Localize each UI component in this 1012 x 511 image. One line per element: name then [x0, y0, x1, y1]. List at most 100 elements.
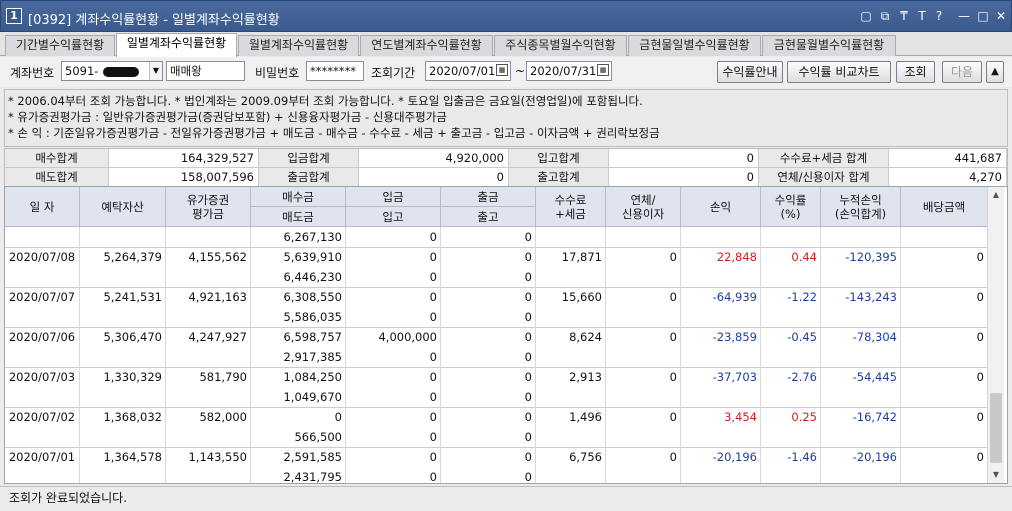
summary-label: 수수료+세금 합계 [759, 149, 889, 168]
maximize-icon[interactable]: □ [976, 9, 990, 23]
search-button[interactable]: 조회 [896, 61, 935, 83]
summary-value: 164,329,527 [109, 149, 259, 168]
cell-withdraw: 0 [441, 447, 536, 467]
window-title: [0392] 계좌수익률현황 - 일별계좌수익률현황 [28, 13, 280, 28]
tab-stock-monthly-profit[interactable]: 주식종목별월수익현황 [494, 35, 627, 56]
cell-in-stock: 0 [346, 467, 441, 483]
cell-interest: 0 [606, 447, 681, 467]
header-dividend[interactable]: 배당금액 [901, 187, 988, 227]
calendar-icon[interactable]: ▦ [496, 64, 508, 76]
close-icon[interactable]: ✕ [994, 9, 1008, 23]
title-bar[interactable]: 1 [0392] 계좌수익률현황 - 일별계좌수익률현황 ▢ ⧉ ₸ T ? —… [0, 0, 1012, 32]
column-divider [440, 227, 441, 483]
cell-fee-tax: 15,660 [536, 287, 606, 307]
duplicate-window-icon[interactable]: ⧉ [878, 9, 892, 23]
daily-return-grid[interactable]: 일 자 예탁자산 유가증권 평가금 매수금 매도금 입금 입고 출금 출고 수수… [4, 186, 1008, 484]
scroll-up-icon[interactable]: ▲ [988, 187, 1004, 203]
header-deposit[interactable]: 입금 [346, 187, 441, 207]
query-bar: 계좌번호 5091- ▼ 매매왕 비밀번호 ******** 조회기간 2020… [0, 57, 1012, 87]
cell-buy-amount: 5,639,910 [251, 247, 346, 267]
cell-securities-eval: 4,155,562 [166, 247, 251, 267]
cell-interest: 0 [606, 407, 681, 427]
cell-interest: 0 [606, 367, 681, 387]
tab-gold-daily-return[interactable]: 금현물일별수익률현황 [628, 35, 761, 56]
cell-deposit: 4,000,000 [346, 327, 441, 347]
cell-profit: -23,859 [681, 327, 761, 347]
chevron-down-icon[interactable]: ▼ [149, 62, 162, 80]
cell-deposit-asset: 1,364,578 [80, 447, 166, 467]
header-buy-amount[interactable]: 매수금 [251, 187, 346, 207]
account-number-input[interactable]: 5091- [61, 61, 163, 81]
scroll-thumb[interactable] [990, 393, 1002, 463]
cell-in-stock: 0 [346, 307, 441, 327]
header-securities-eval[interactable]: 유가증권 평가금 [166, 187, 251, 227]
header-withdraw[interactable]: 출금 [441, 187, 536, 207]
cell-deposit-asset: 5,264,379 [80, 247, 166, 267]
cell-profit: -37,703 [681, 367, 761, 387]
account-label: 계좌번호 [10, 66, 55, 80]
cell-in-stock: 0 [346, 387, 441, 407]
cell-cum-profit: -54,445 [821, 367, 901, 387]
cell-out-stock: 0 [441, 427, 536, 447]
cell-return-rate: -2.76 [761, 367, 821, 387]
calendar-icon[interactable]: ▦ [597, 64, 609, 76]
cell-date: 2020/07/08 [5, 247, 80, 267]
cell-securities-eval: 4,921,163 [166, 287, 251, 307]
masked-account-digits [103, 66, 140, 77]
tab-gold-monthly-return[interactable]: 금현물월별수익률현황 [762, 35, 896, 56]
summary-label: 출고합계 [509, 168, 609, 187]
cell-cum-profit: -78,304 [821, 327, 901, 347]
cell-securities-eval: 581,790 [166, 367, 251, 387]
return-compare-chart-button[interactable]: 수익률 비교차트 [787, 61, 891, 83]
window-number-badge: 1 [6, 8, 22, 24]
cell-sell-amount: 566,500 [251, 427, 346, 447]
header-interest[interactable]: 연체/ 신용이자 [606, 187, 681, 227]
tab-daily-account-return[interactable]: 일별계좌수익률현황 [116, 33, 237, 57]
help-icon[interactable]: ? [932, 9, 946, 23]
cell-withdraw: 0 [441, 407, 536, 427]
tab-period-return[interactable]: 기간별수익률현황 [5, 35, 115, 56]
header-return-rate[interactable]: 수익률 (%) [761, 187, 821, 227]
header-profit[interactable]: 손익 [681, 187, 761, 227]
cell-securities-eval: 582,000 [166, 407, 251, 427]
cell-date: 2020/07/02 [5, 407, 80, 427]
cell-date: 2020/07/07 [5, 287, 80, 307]
next-button[interactable]: 다음 [942, 61, 982, 83]
summary-label: 입고합계 [509, 149, 609, 168]
tab-bar: 기간별수익률현황 일별계좌수익률현황 월별계좌수익률현황 연도별계좌수익률현황 … [0, 32, 1012, 57]
header-date[interactable]: 일 자 [5, 187, 80, 227]
tab-yearly-account-return[interactable]: 연도별계좌수익률현황 [360, 35, 493, 56]
cell-in-stock: 0 [346, 267, 441, 287]
period-label: 조회기간 [371, 66, 416, 80]
header-deposit-asset[interactable]: 예탁자산 [80, 187, 166, 227]
cell-deposit-asset: 1,330,329 [80, 367, 166, 387]
cell-buy-amount: 2,591,585 [251, 447, 346, 467]
cell-dividend: 0 [901, 367, 988, 387]
pin-icon[interactable]: ₸ [897, 9, 911, 23]
password-input[interactable]: ******** [306, 61, 364, 81]
date-separator: ~ [515, 64, 526, 78]
cell-fee-tax: 1,496 [536, 407, 606, 427]
return-guide-button[interactable]: 수익률안내 [717, 61, 783, 83]
cell-dividend: 0 [901, 447, 988, 467]
scroll-down-icon[interactable]: ▼ [988, 467, 1004, 483]
restore-icon[interactable]: ▢ [859, 9, 873, 23]
cell-interest: 0 [606, 287, 681, 307]
cell-cum-profit: -143,243 [821, 287, 901, 307]
cell-deposit: 0 [346, 247, 441, 267]
password-label: 비밀번호 [255, 66, 300, 80]
collapse-up-button[interactable]: ▲ [986, 61, 1004, 83]
summary-label: 매수합계 [5, 149, 109, 168]
header-sell-amount[interactable]: 매도금 [251, 207, 346, 227]
header-in-stock[interactable]: 입고 [346, 207, 441, 227]
header-cum-profit[interactable]: 누적손익 (손익합계) [821, 187, 901, 227]
cell-profit: -20,196 [681, 447, 761, 467]
minimize-icon[interactable]: — [957, 9, 971, 23]
header-fee-tax[interactable]: 수수료 +세금 [536, 187, 606, 227]
tab-monthly-account-return[interactable]: 월별계좌수익률현황 [238, 35, 359, 56]
header-out-stock[interactable]: 출고 [441, 207, 536, 227]
vertical-scrollbar[interactable]: ▲ ▼ [987, 187, 1004, 483]
font-size-icon[interactable]: T [915, 9, 929, 23]
summary-label: 출금합계 [259, 168, 359, 187]
cell-dividend: 0 [901, 327, 988, 347]
